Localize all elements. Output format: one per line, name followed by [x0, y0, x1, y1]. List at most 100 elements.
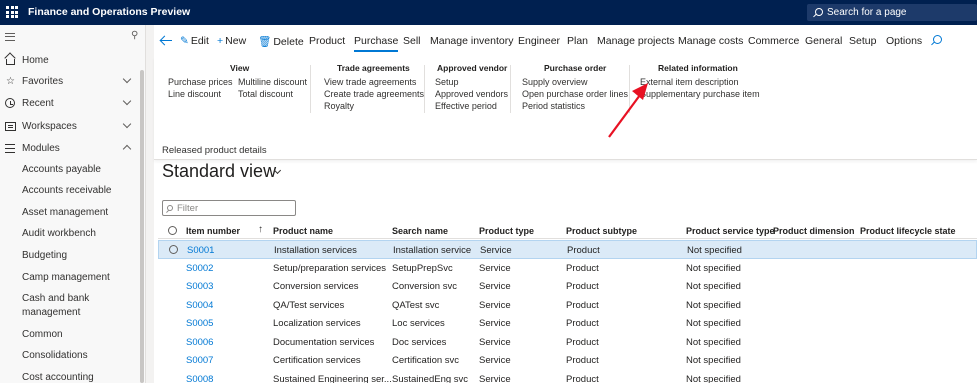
item-number-link[interactable]: S0005 — [186, 318, 213, 329]
search-icon[interactable] — [933, 35, 942, 44]
item-number-link[interactable]: S0008 — [186, 374, 213, 383]
pin-icon[interactable]: ⚲ — [131, 30, 138, 41]
view-selector[interactable]: Standard view — [162, 161, 276, 182]
product-service-type-cell: Not specified — [686, 355, 741, 366]
item-number-link[interactable]: S0006 — [186, 337, 213, 348]
external-item-description-button[interactable]: External item description — [640, 77, 739, 87]
app-launcher-icon[interactable] — [6, 6, 18, 18]
table-row[interactable]: S0007 Certification services Certificati… — [158, 351, 977, 370]
product-name-cell: Sustained Engineering ser... — [273, 373, 392, 383]
column-header-product-service-type[interactable]: Product service type — [686, 226, 775, 236]
column-header-product-subtype[interactable]: Product subtype — [566, 226, 637, 236]
supply-overview-button[interactable]: Supply overview — [522, 77, 588, 87]
edit-button[interactable]: ✎ Edit — [180, 35, 209, 47]
search-name-cell: QATest svc — [392, 299, 440, 311]
effective-period-button[interactable]: Effective period — [435, 101, 497, 111]
line-discount-button[interactable]: Line discount — [168, 89, 221, 99]
tab-manage-projects[interactable]: Manage projects — [597, 35, 675, 47]
grid-header: Item number ↑ Product name Search name P… — [158, 222, 977, 239]
item-number-link[interactable]: S0007 — [186, 355, 213, 366]
item-number-link[interactable]: S0004 — [186, 300, 213, 311]
navigation-pane: ⚲ Home ☆ Favorites Recent Workspaces Mod… — [0, 25, 146, 383]
view-trade-agreements-button[interactable]: View trade agreements — [324, 77, 416, 87]
row-select-radio[interactable] — [169, 245, 178, 254]
table-row[interactable]: S0001 Installation services Installation… — [158, 240, 977, 259]
module-common[interactable]: Common — [22, 328, 137, 342]
multiline-discount-button[interactable]: Multiline discount — [238, 77, 307, 87]
tab-commerce[interactable]: Commerce — [748, 35, 799, 47]
edit-label: Edit — [190, 35, 209, 47]
column-header-search-name[interactable]: Search name — [392, 226, 448, 236]
module-cost-accounting[interactable]: Cost accounting — [22, 371, 137, 383]
ribbon-divider — [310, 65, 311, 113]
total-discount-button[interactable]: Total discount — [238, 89, 293, 99]
open-purchase-order-lines-button[interactable]: Open purchase order lines — [522, 89, 628, 99]
module-camp-management[interactable]: Camp management — [22, 271, 137, 285]
chevron-down-icon[interactable] — [122, 74, 132, 84]
approved-vendors-button[interactable]: Approved vendors — [435, 89, 508, 99]
module-budgeting[interactable]: Budgeting — [22, 249, 137, 263]
tab-product[interactable]: Product — [309, 35, 345, 47]
delete-button[interactable]: 🗑 Delete — [258, 35, 304, 48]
column-header-product-type[interactable]: Product type — [479, 226, 534, 236]
back-arrow-icon[interactable] — [160, 35, 172, 45]
tab-manage-costs[interactable]: Manage costs — [678, 35, 743, 47]
sort-ascending-icon[interactable]: ↑ — [258, 224, 263, 235]
product-type-cell: Service — [479, 262, 511, 274]
product-type-cell: Service — [479, 336, 511, 348]
product-subtype-cell: Product — [566, 336, 599, 348]
select-all-radio[interactable] — [168, 226, 177, 235]
search-name-cell: Loc services — [392, 318, 445, 329]
filter-input[interactable]: Filter — [162, 200, 296, 216]
nav-item-workspaces[interactable]: Workspaces — [0, 118, 140, 136]
tab-options[interactable]: Options — [886, 35, 922, 47]
hamburger-menu-icon[interactable] — [5, 33, 15, 41]
page-search-box[interactable]: Search for a page — [807, 4, 977, 21]
tab-purchase[interactable]: Purchase — [354, 35, 399, 52]
create-trade-agreements-button[interactable]: Create trade agreements — [324, 89, 424, 99]
table-row[interactable]: S0005 Localization services Loc services… — [158, 314, 977, 333]
module-accounts-payable[interactable]: Accounts payable — [22, 163, 137, 177]
tab-engineer[interactable]: Engineer — [518, 35, 560, 47]
chevron-down-icon[interactable] — [122, 119, 132, 129]
tab-manage-inventory[interactable]: Manage inventory — [430, 35, 513, 47]
nav-item-home[interactable]: Home — [0, 52, 140, 70]
royalty-button[interactable]: Royalty — [324, 101, 354, 111]
tab-general[interactable]: General — [805, 35, 842, 47]
table-row[interactable]: S0008 Sustained Engineering ser... Susta… — [158, 370, 977, 383]
item-number-link[interactable]: S0003 — [186, 281, 213, 292]
new-button[interactable]: + New — [217, 35, 246, 47]
module-cash-and-bank-management[interactable]: Cash and bank management — [22, 292, 137, 320]
item-number-link[interactable]: S0002 — [186, 263, 213, 274]
supplementary-purchase-item-button[interactable]: Supplementary purchase item — [640, 89, 760, 99]
table-row[interactable]: S0006 Documentation services Doc service… — [158, 333, 977, 352]
chevron-up-icon[interactable] — [122, 144, 132, 154]
module-consolidations[interactable]: Consolidations — [22, 349, 137, 363]
nav-item-recent[interactable]: Recent — [0, 95, 140, 113]
column-header-product-lifecycle-state[interactable]: Product lifecycle state — [860, 226, 956, 236]
column-header-product-dimension[interactable]: Product dimension ... — [773, 226, 856, 236]
table-row[interactable]: S0002 Setup/preparation services SetupPr… — [158, 259, 977, 278]
module-accounts-receivable[interactable]: Accounts receivable — [22, 184, 137, 198]
module-asset-management[interactable]: Asset management — [22, 206, 137, 220]
chevron-down-icon[interactable] — [122, 96, 132, 106]
column-header-product-name[interactable]: Product name — [273, 226, 333, 236]
module-audit-workbench[interactable]: Audit workbench — [22, 227, 137, 241]
approved-vendor-setup-button[interactable]: Setup — [435, 77, 459, 87]
nav-scrollbar[interactable] — [140, 70, 144, 383]
table-row[interactable]: S0004 QA/Test services QATest svc Servic… — [158, 296, 977, 315]
group-title-trade-agreements: Trade agreements — [337, 63, 410, 73]
tab-sell[interactable]: Sell — [403, 35, 421, 47]
purchase-prices-button[interactable]: Purchase prices — [168, 77, 233, 87]
modules-icon — [5, 144, 15, 153]
nav-item-modules[interactable]: Modules — [0, 140, 140, 158]
nav-item-favorites[interactable]: ☆ Favorites — [0, 73, 140, 91]
column-header-item-number[interactable]: Item number — [186, 226, 240, 236]
tab-plan[interactable]: Plan — [567, 35, 588, 47]
clock-icon — [5, 98, 15, 108]
table-row[interactable]: S0003 Conversion services Conversion svc… — [158, 277, 977, 296]
product-type-cell: Service — [479, 355, 511, 366]
tab-setup[interactable]: Setup — [849, 35, 876, 47]
period-statistics-button[interactable]: Period statistics — [522, 101, 585, 111]
item-number-link[interactable]: S0001 — [187, 245, 214, 256]
